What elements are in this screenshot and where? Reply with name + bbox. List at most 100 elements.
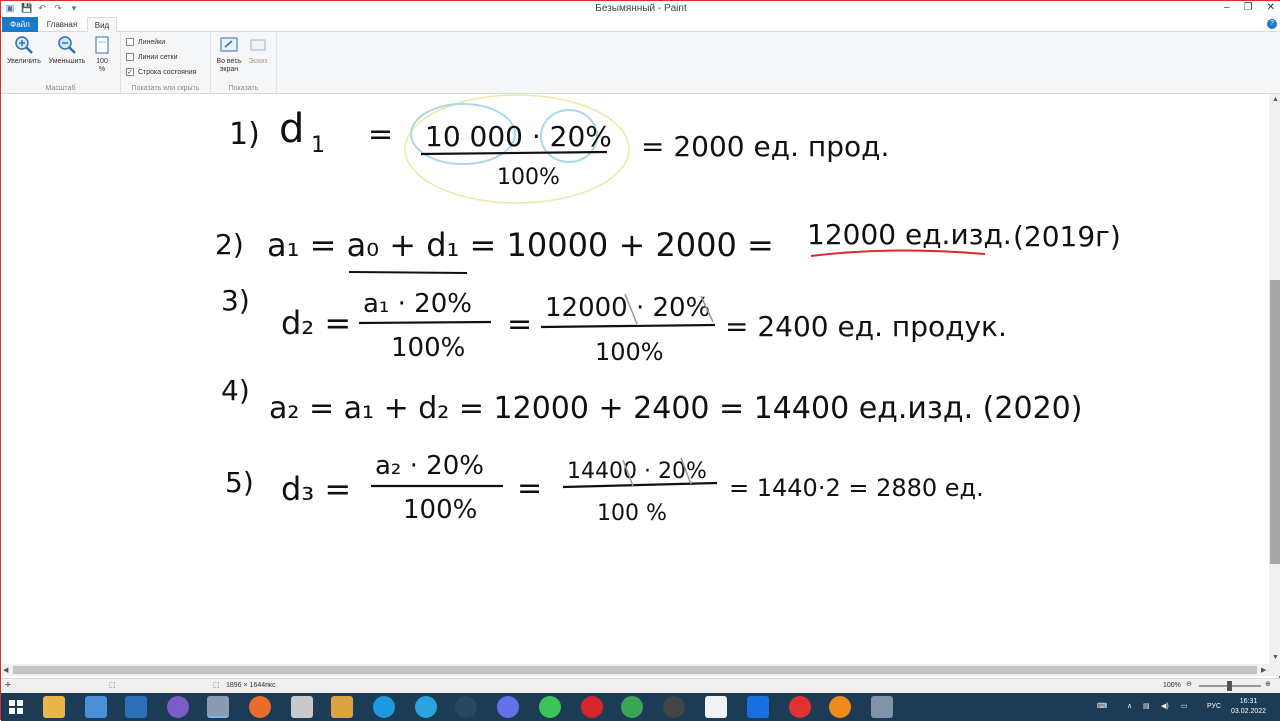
result-text: 12000 ед.изд. — [807, 218, 1012, 251]
zoom-slider[interactable] — [1199, 681, 1261, 691]
steam-icon[interactable] — [455, 696, 477, 718]
fullscreen-label: Во весь экран — [216, 58, 242, 73]
horizontal-scroll-thumb[interactable] — [13, 666, 1257, 674]
chrome-icon[interactable] — [621, 696, 643, 718]
vertical-scroll-thumb[interactable] — [1270, 280, 1280, 564]
scroll-right-icon[interactable]: ▶ — [1261, 666, 1266, 674]
minimize-button[interactable]: – — [1224, 2, 1230, 13]
paint-taskbar-icon[interactable] — [207, 696, 229, 718]
fraction-denominator: 100% — [391, 333, 465, 363]
ribbon-tabs: Файл Главная Вид ? — [1, 17, 1280, 32]
scroll-down-icon[interactable]: ▼ — [1272, 654, 1279, 661]
year-text: (2019г) — [1013, 220, 1121, 253]
group-display-label: Показать — [228, 85, 259, 92]
zoom-in-button[interactable]: Увеличить — [5, 35, 43, 66]
zoom-out-small-button[interactable]: ⊖ — [1186, 680, 1192, 688]
scroll-left-icon[interactable]: ◀ — [3, 666, 8, 674]
app-orange-icon[interactable] — [829, 696, 851, 718]
equals-sign: = — [507, 307, 532, 342]
fullscreen-button[interactable]: Во весь экран — [215, 35, 243, 74]
drawing-canvas[interactable]: 1) d 1 = 10 000 · 20% 100% = 2000 ед. пр… — [1, 94, 1269, 664]
obs-icon[interactable] — [663, 696, 685, 718]
zoom-in-label: Увеличить — [7, 58, 41, 65]
media-player-icon[interactable] — [125, 696, 147, 718]
maximize-button[interactable]: ❐ — [1244, 2, 1253, 13]
calculator-icon[interactable] — [85, 696, 107, 718]
language-indicator[interactable]: РУС — [1207, 693, 1221, 721]
equals-sign: = — [517, 471, 542, 506]
formula-expression: a₁ = a₀ + d₁ = 10000 + 2000 = — [267, 226, 774, 264]
checkmark-icon: ✓ — [126, 68, 134, 76]
horizontal-scrollbar[interactable]: ◀ ▶ — [1, 664, 1280, 676]
yandex-browser-icon[interactable] — [789, 696, 811, 718]
step-number: 5) — [225, 466, 254, 499]
formula-lhs: d₂ = — [281, 304, 351, 342]
windows-start-icon[interactable] — [9, 700, 23, 714]
keyboard-icon[interactable]: ⌨ — [1097, 693, 1107, 721]
scroll-up-icon[interactable]: ▲ — [1272, 96, 1279, 103]
group-scale-label: Масштаб — [45, 85, 76, 92]
fraction-bar — [540, 323, 716, 329]
fraction-bar — [358, 320, 492, 325]
zoom-100-label: 100 % — [96, 58, 108, 73]
zoom-in-small-button[interactable]: ⊕ — [1265, 680, 1271, 688]
fraction-denominator: 100% — [595, 338, 664, 366]
zoom-out-label: Уменьшить — [48, 58, 86, 65]
ribbon: Увеличить Уменьшить 100 % Масштаб Показа… — [1, 32, 1280, 94]
opera-icon[interactable] — [581, 696, 603, 718]
formula-lhs: d — [279, 106, 304, 152]
zoom-out-button[interactable]: Уменьшить — [45, 35, 89, 66]
thumbnail-label: Эскиз — [248, 58, 268, 65]
zoom-100-button[interactable]: 100 % — [91, 35, 113, 74]
handwritten-math: 1) d 1 = 10 000 · 20% 100% = 2000 ед. пр… — [215, 94, 1121, 526]
page-100-icon — [95, 36, 109, 54]
group-show-label: Показать или скрыть — [131, 85, 200, 92]
discord-icon[interactable] — [497, 696, 519, 718]
telegram-icon[interactable] — [415, 696, 437, 718]
tab-home[interactable]: Главная — [39, 17, 85, 32]
rulers-checkbox[interactable]: Линейки — [126, 38, 165, 46]
clock-date: 03.02.2022 — [1231, 708, 1267, 715]
help-icon[interactable]: ? — [1267, 19, 1277, 29]
tray-expand-icon[interactable]: ∧ — [1127, 693, 1132, 721]
tab-file[interactable]: Файл — [2, 17, 38, 32]
result-text: = 2400 ед. продук. — [725, 310, 1007, 343]
fraction-denominator: 100% — [497, 165, 560, 190]
file-explorer-icon[interactable] — [43, 696, 65, 718]
dictionary-icon[interactable] — [705, 696, 727, 718]
selection-size-icon: ⬚ — [109, 682, 116, 689]
skype-icon[interactable] — [373, 696, 395, 718]
step-number: 4) — [221, 374, 250, 407]
equals-sign: = — [368, 117, 393, 152]
vertical-scrollbar[interactable]: ▲ ▼ — [1269, 94, 1280, 664]
statusbar-checkbox[interactable]: ✓ Строка состояния — [126, 68, 196, 76]
dropbox-icon[interactable] — [747, 696, 769, 718]
thumbnail-icon — [250, 39, 266, 51]
whatsapp-icon[interactable] — [539, 696, 561, 718]
formula-expression: a₂ = a₁ + d₂ = 12000 + 2400 = 14400 ед.и… — [269, 391, 1082, 426]
thumbnail-button[interactable]: Эскиз — [245, 35, 271, 66]
clock[interactable]: 16:31 03.02.2022 — [1231, 697, 1266, 717]
window-title: Безымянный - Paint — [595, 3, 687, 14]
close-button[interactable]: ✕ — [1267, 2, 1275, 13]
network-icon[interactable]: ▤ — [1143, 693, 1150, 721]
zoom-level-text: 100% — [1163, 682, 1181, 689]
battery-icon[interactable]: ▭ — [1181, 693, 1188, 721]
formula-subscript: 1 — [311, 133, 325, 158]
zoom-out-icon — [58, 36, 76, 54]
archive-icon[interactable] — [331, 696, 353, 718]
window-app-icon[interactable] — [871, 696, 893, 718]
underline-mark — [348, 271, 468, 274]
notepad-icon[interactable] — [291, 696, 313, 718]
canvas-size-icon: ⬚ — [213, 682, 220, 689]
step-number: 3) — [221, 284, 250, 317]
firefox-icon[interactable] — [249, 696, 271, 718]
cursor-position-icon: ✛ — [5, 682, 11, 689]
tab-view[interactable]: Вид — [87, 17, 117, 32]
group-display: Во весь экран Эскиз Показать — [211, 32, 277, 94]
volume-icon[interactable]: ◀) — [1161, 693, 1169, 721]
zoom-slider-thumb[interactable] — [1227, 681, 1232, 691]
viber-icon[interactable] — [167, 696, 189, 718]
step-number: 1) — [229, 117, 260, 152]
gridlines-checkbox[interactable]: Линии сетки — [126, 53, 177, 61]
